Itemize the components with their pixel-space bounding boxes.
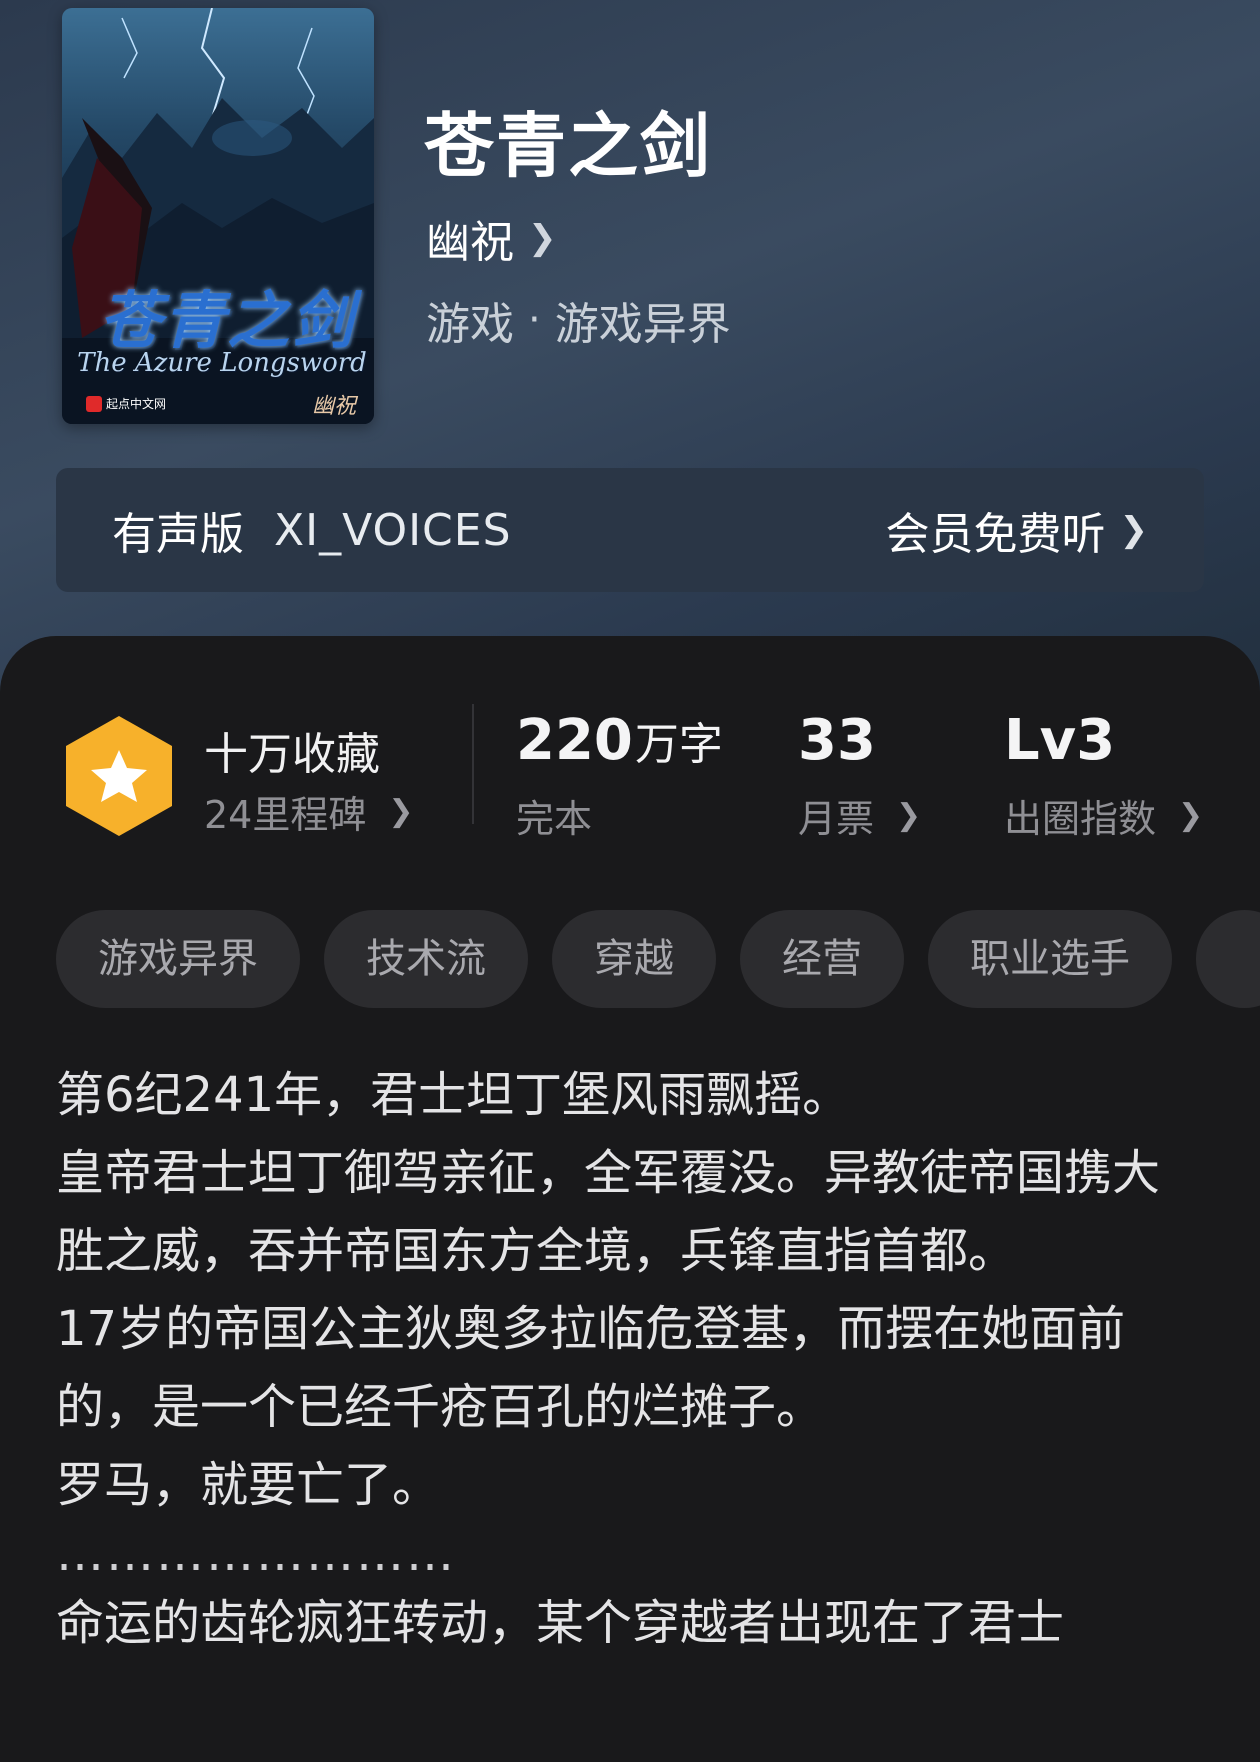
completion-status: 完本 bbox=[516, 797, 593, 841]
description-paragraph: 17岁的帝国公主狄奥多拉临危登基，而摆在她面前的，是一个已经千疮百孔的烂摊子。 bbox=[56, 1301, 1126, 1435]
book-cover[interactable]: 苍青之剑 The Azure Longsword 起点中文网 幽祝 著 bbox=[62, 8, 374, 424]
word-count-number: 220 bbox=[516, 708, 633, 773]
audio-voice-name: XI_VOICES bbox=[274, 504, 512, 556]
popularity-index-label: 出圈指数 bbox=[1004, 797, 1157, 841]
tag-chip-overflow[interactable] bbox=[1196, 910, 1260, 1008]
stats-row: 十万收藏 24里程碑 ❯ 220 万字 完本 33 月票 ❯ Lv3 出圈指数 … bbox=[0, 636, 1260, 841]
description-paragraph: 第6纪241年，君士坦丁堡风雨飘摇。 bbox=[56, 1067, 851, 1123]
cover-title-art: 苍青之剑 bbox=[98, 284, 355, 357]
description-paragraph: 皇帝君士坦丁御驾亲征，全军覆没。异教徒帝国携大胜之威，吞并帝国东方全境，兵锋直指… bbox=[56, 1145, 1161, 1279]
description-paragraph: 罗马，就要亡了。 bbox=[56, 1457, 441, 1513]
monthly-votes-count[interactable]: 33 bbox=[798, 708, 876, 773]
divider bbox=[472, 704, 474, 824]
publisher-name: 起点中文网 bbox=[106, 397, 167, 411]
book-detail-panel: 十万收藏 24里程碑 ❯ 220 万字 完本 33 月票 ❯ Lv3 出圈指数 … bbox=[0, 636, 1260, 1762]
author-name: 幽祝 bbox=[426, 217, 514, 268]
genre-separator: · bbox=[528, 297, 541, 343]
subgenre[interactable]: 游戏异界 bbox=[555, 288, 731, 352]
word-count: 220 万字 bbox=[516, 708, 723, 773]
description-paragraph: 命运的齿轮疯狂转动，某个穿越者出现在了君士 bbox=[56, 1595, 1065, 1651]
chevron-right-icon: ❯ bbox=[528, 218, 557, 258]
audio-edition-bar[interactable]: 有声版 XI_VOICES 会员免费听 ❯ bbox=[56, 468, 1204, 592]
member-free-listen-label: 会员免费听 bbox=[885, 509, 1106, 560]
word-count-unit: 万字 bbox=[634, 719, 723, 770]
chevron-right-icon: ❯ bbox=[388, 794, 414, 829]
monthly-votes-label: 月票 bbox=[798, 797, 875, 841]
tag-chip[interactable]: 穿越 bbox=[552, 910, 716, 1008]
audio-label: 有声版 bbox=[112, 509, 244, 560]
chevron-right-icon: ❯ bbox=[896, 798, 922, 833]
member-free-listen-link[interactable]: 会员免费听 ❯ bbox=[886, 498, 1149, 562]
cover-subtitle-art: The Azure Longsword bbox=[77, 348, 367, 378]
chevron-right-icon: ❯ bbox=[1178, 798, 1204, 833]
monthly-votes-link[interactable]: 月票 ❯ bbox=[798, 788, 921, 843]
collection-count[interactable]: 十万收藏 bbox=[204, 718, 380, 782]
tag-chip[interactable]: 技术流 bbox=[324, 910, 528, 1008]
author-link[interactable]: 幽祝 ❯ bbox=[426, 206, 557, 270]
milestone-link[interactable]: 24里程碑 ❯ bbox=[204, 784, 414, 839]
chevron-right-icon: ❯ bbox=[1119, 510, 1149, 550]
book-header: 苍青之剑 The Azure Longsword 起点中文网 幽祝 著 苍青之剑… bbox=[0, 0, 1260, 700]
tag-chip[interactable]: 职业选手 bbox=[928, 910, 1172, 1008]
popularity-index-link[interactable]: 出圈指数 ❯ bbox=[1004, 788, 1203, 843]
tag-list: 游戏异界 技术流 穿越 经营 职业选手 bbox=[56, 910, 1260, 1008]
tag-chip[interactable]: 经营 bbox=[740, 910, 904, 1008]
collection-badge-icon[interactable] bbox=[62, 714, 176, 838]
milestone-label: 24里程碑 bbox=[204, 793, 367, 837]
description-separator: …………………… bbox=[56, 1526, 456, 1582]
publisher-logo-icon bbox=[86, 395, 102, 412]
book-description[interactable]: 第6纪241年，君士坦丁堡风雨飘摇。 皇帝君士坦丁御驾亲征，全军覆没。异教徒帝国… bbox=[56, 1056, 1206, 1662]
book-title: 苍青之剑 bbox=[424, 104, 712, 187]
genre-row: 游戏 · 游戏异界 bbox=[426, 288, 731, 352]
popularity-level[interactable]: Lv3 bbox=[1004, 708, 1115, 773]
cover-author-art: 幽祝 著 bbox=[312, 394, 357, 419]
tag-chip[interactable]: 游戏异界 bbox=[56, 910, 300, 1008]
genre[interactable]: 游戏 bbox=[426, 288, 514, 352]
cover-publisher: 起点中文网 bbox=[86, 395, 166, 412]
